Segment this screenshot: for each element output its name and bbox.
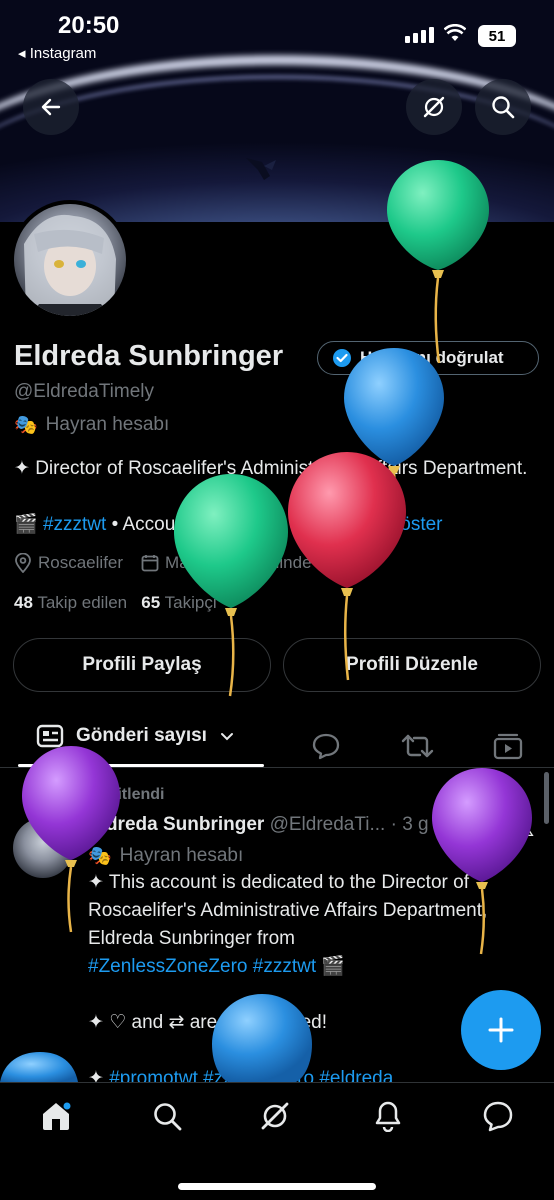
- location-icon: [15, 553, 31, 573]
- profile-handle: @EldredaTimely: [14, 381, 155, 402]
- grok-button[interactable]: [406, 79, 462, 135]
- profile-bio-line2: 🎬 #zzztwt • Account contains ... Daha fa…: [14, 512, 443, 536]
- post-author-avatar[interactable]: [13, 818, 73, 878]
- post-line-1: ✦ This account is dedicated to the Direc…: [88, 872, 488, 949]
- chevron-right-icon[interactable]: ›: [368, 553, 374, 573]
- pin-icon: [60, 786, 76, 803]
- post-header: Eldreda Sunbringer @EldredaTi... · 3 g: [88, 814, 429, 836]
- back-to-app-link[interactable]: ◂ Instagram: [18, 44, 96, 62]
- followers-count[interactable]: 65: [141, 593, 160, 612]
- posts-icon: [36, 724, 64, 748]
- followers-label[interactable]: Takipçi: [165, 593, 217, 612]
- messages-icon[interactable]: [482, 1100, 514, 1132]
- status-time: 20:50: [58, 12, 120, 39]
- fan-account-text: Hayran hesabı: [45, 414, 170, 435]
- scrollbar[interactable]: [544, 772, 549, 824]
- tab-replies-icon[interactable]: [311, 732, 341, 760]
- verify-label: Hesabını doğrulat: [360, 348, 504, 367]
- post-fan-text: Hayran hesabı: [119, 845, 244, 866]
- profile-meta: Roscaelifer Mart 2024 tarihinde katıldı …: [14, 553, 373, 573]
- cellular-signal-icon: [405, 27, 434, 43]
- fan-account-label: 🎭 Hayran hesabı: [14, 413, 169, 437]
- status-bar: 20:50 ◂ Instagram 51: [0, 0, 554, 70]
- verified-badge-icon: [333, 349, 351, 367]
- compose-button[interactable]: [461, 990, 541, 1070]
- following-count[interactable]: 48: [14, 593, 33, 612]
- wifi-icon: [444, 24, 466, 41]
- search-icon: [492, 96, 515, 119]
- post-author-name[interactable]: Eldreda Sunbringer: [88, 814, 264, 835]
- back-app-arrow-icon: ◂: [18, 45, 30, 62]
- active-tab-indicator: [18, 764, 264, 767]
- tab-media-icon[interactable]: [492, 732, 524, 760]
- notifications-icon[interactable]: [372, 1100, 404, 1132]
- edit-profile-button[interactable]: Profili Düzenle: [283, 638, 541, 692]
- calendar-icon: [141, 555, 159, 572]
- banner-arc-inner: [0, 75, 554, 222]
- show-more-link[interactable]: Daha fazla göster: [294, 514, 443, 535]
- profile-name: Eldreda Sunbringer: [14, 340, 284, 372]
- home-indicator: [178, 1183, 376, 1190]
- plus-icon: [488, 1017, 514, 1043]
- pinned-label: Sabitlendi: [88, 786, 165, 803]
- tab-posts-label: Gönderi sayısı: [76, 725, 207, 746]
- clapper-emoji: 🎬: [14, 514, 38, 535]
- post-clapper-emoji: 🎬: [316, 956, 346, 977]
- post-fan-label: 🎭 Hayran hesabı: [88, 844, 243, 868]
- bio-rest: • Account contains ...: [106, 514, 294, 535]
- verify-account-button[interactable]: Hesabını doğrulat: [317, 341, 539, 375]
- profile-tabs: Gönderi sayısı: [0, 712, 554, 768]
- post-text[interactable]: ✦ This account is dedicated to the Direc…: [88, 869, 538, 1093]
- following-label[interactable]: Takip edilen: [37, 593, 127, 612]
- avatar-illustration: [24, 214, 116, 316]
- mask-icon: 🎭: [88, 846, 112, 867]
- share-profile-button[interactable]: Profili Paylaş: [13, 638, 271, 692]
- profile-avatar[interactable]: [10, 200, 130, 320]
- arrow-left-icon: [41, 98, 61, 116]
- search-nav-icon[interactable]: [151, 1100, 183, 1132]
- back-button[interactable]: [23, 79, 79, 135]
- profile-bio: ✦ Director of Roscaelifer's Administrati…: [14, 458, 528, 479]
- location-text: Roscaelifer: [38, 553, 124, 572]
- bottom-navigation: [0, 1082, 554, 1200]
- battery-indicator: 51: [478, 25, 516, 47]
- search-button[interactable]: [475, 79, 531, 135]
- mask-icon: 🎭: [14, 415, 38, 436]
- follow-stats: 48 Takip edilen 65 Takipçi: [14, 593, 217, 613]
- banner-figure: [246, 158, 276, 180]
- post-hashtags-1[interactable]: #ZenlessZoneZero #zzztwt: [88, 956, 316, 977]
- balloon-blue-3: [0, 1052, 78, 1082]
- joined-date: Mart 2024 tarihinde katıldı: [165, 553, 362, 572]
- tab-posts[interactable]: Gönderi sayısı: [36, 724, 235, 748]
- grok-nav-icon[interactable]: [259, 1100, 291, 1132]
- chevron-down-icon: [220, 733, 233, 741]
- home-icon[interactable]: [40, 1100, 72, 1132]
- pinned-indicator: Sabitlendi: [60, 786, 164, 804]
- tab-reposts-icon[interactable]: [400, 732, 434, 760]
- avatar-image: [14, 204, 126, 316]
- back-app-label: Instagram: [29, 45, 97, 62]
- bio-hashtag-link[interactable]: #zzztwt: [43, 514, 106, 535]
- grok-icon: [423, 96, 445, 118]
- post-handle-time: @EldredaTi... · 3 g: [269, 814, 429, 835]
- x-logo-icon: 𝕏: [514, 812, 535, 842]
